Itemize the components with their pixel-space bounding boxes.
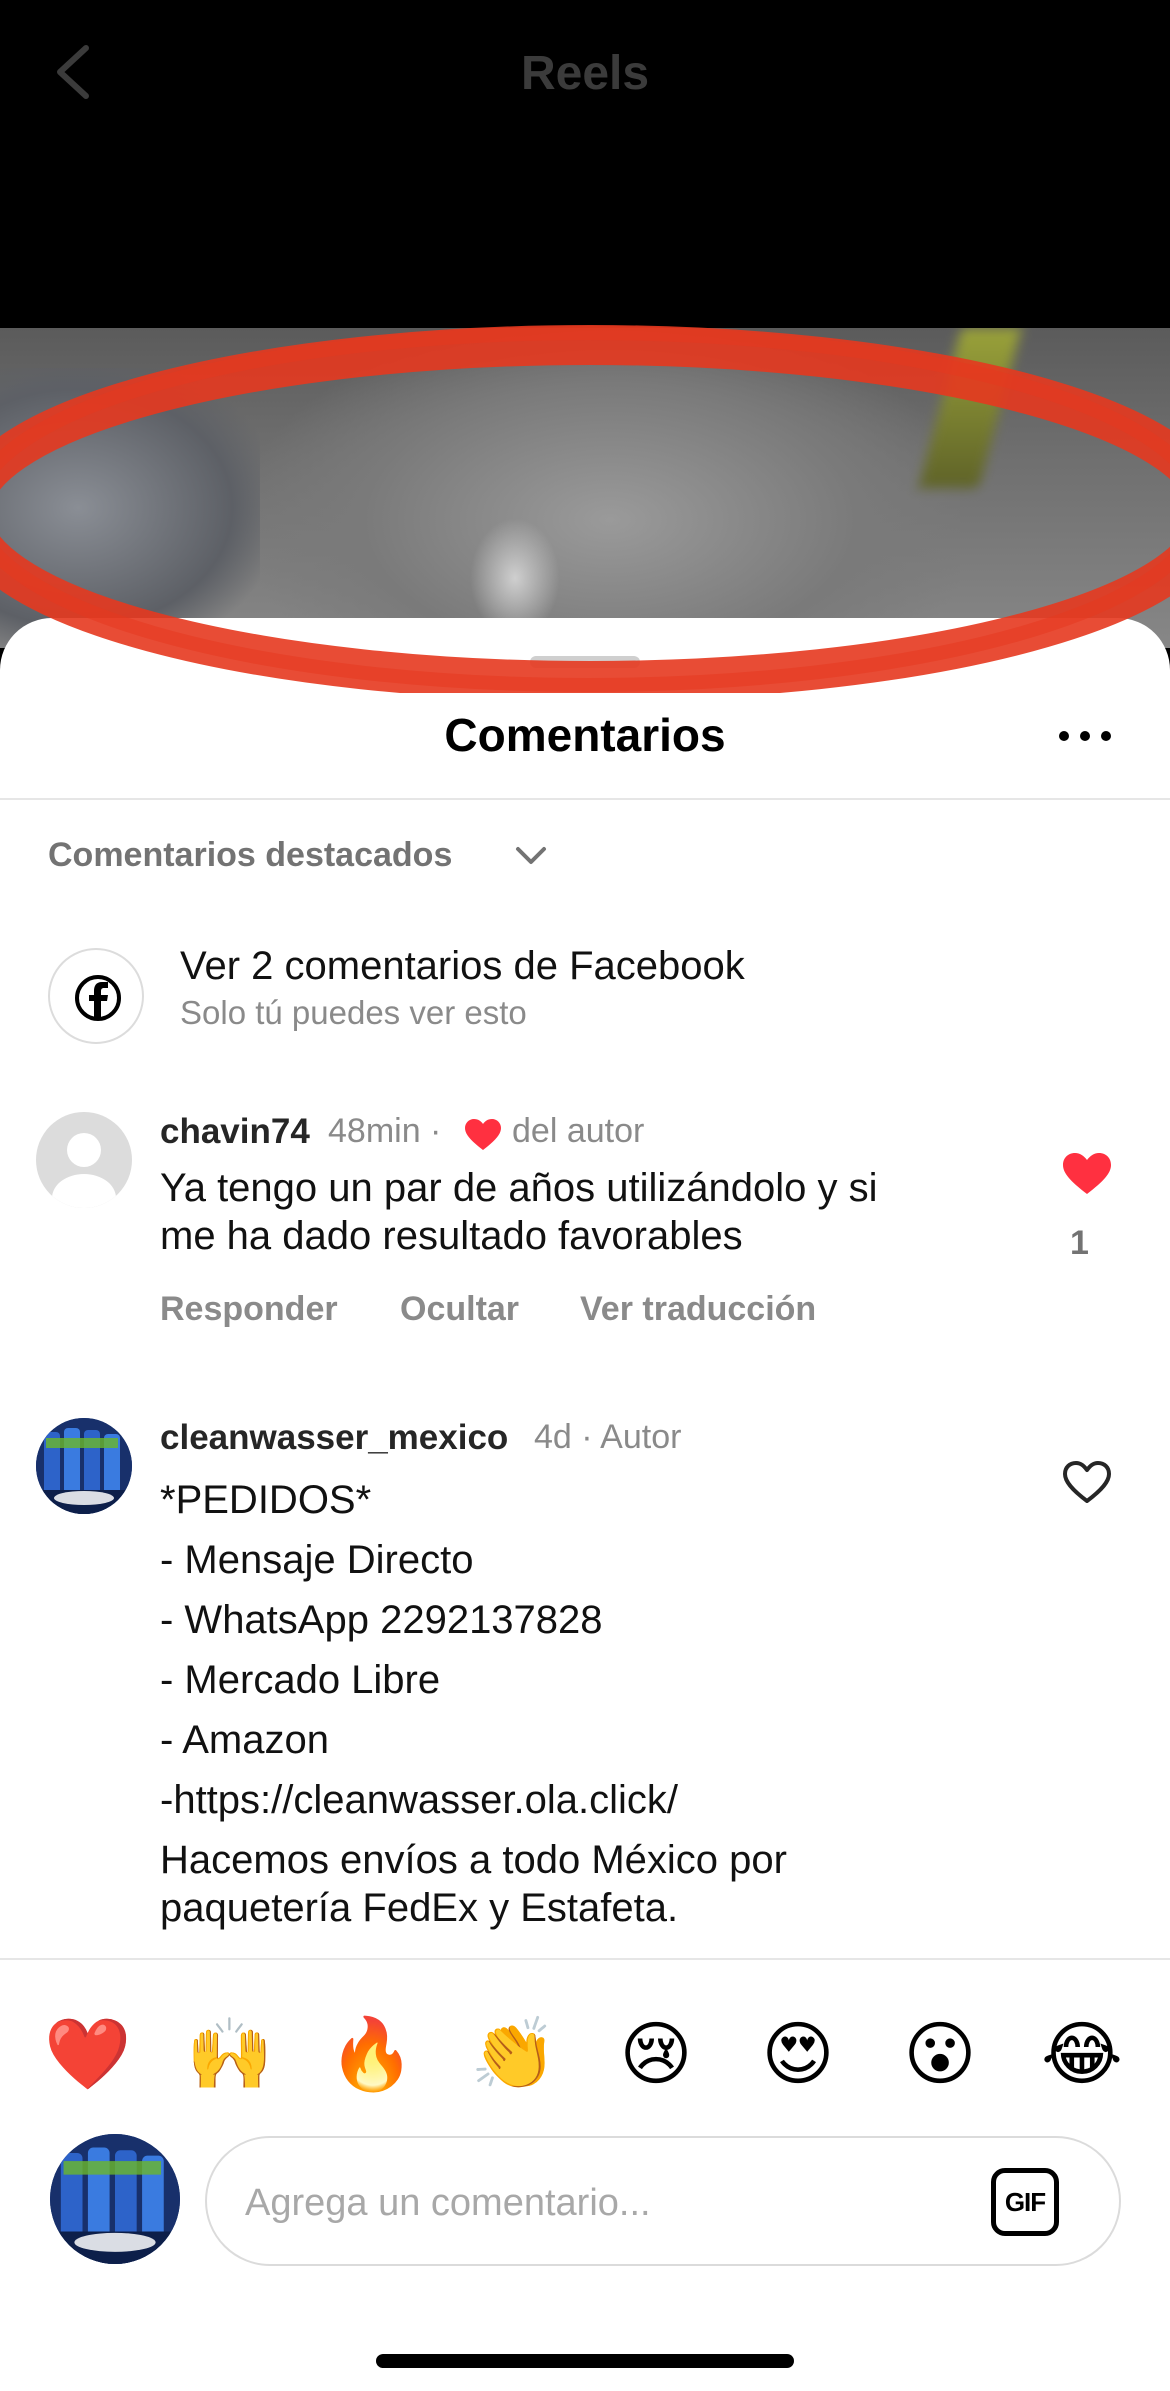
header-divider (0, 798, 1170, 800)
reply-button[interactable]: Responder (160, 1290, 338, 1329)
more-horizontal-icon[interactable] (1058, 728, 1112, 744)
comment-input[interactable] (245, 2168, 945, 2238)
comment-input-box: GIF (205, 2136, 1121, 2266)
heart-outline-icon[interactable] (1062, 1460, 1112, 1504)
emoji-clapping[interactable]: 👏 (464, 2004, 564, 2104)
author-like-badge: del autor (512, 1112, 645, 1150)
see-translation-button[interactable]: Ver traducción (580, 1290, 816, 1329)
comment-line: - WhatsApp 2292137828 (160, 1598, 603, 1642)
emoji-heart-eyes[interactable]: 😍 (748, 2004, 848, 2104)
comment-line: me ha dado resultado favorables (160, 1214, 743, 1258)
chevron-down-icon[interactable] (514, 844, 548, 868)
emoji-reaction-bar: ❤️ 🙌 🔥 👏 😢 😍 😮 😂 (0, 2004, 1170, 2124)
heart-icon (465, 1119, 501, 1150)
emoji-heart[interactable]: ❤️ (38, 2004, 138, 2104)
comment-line: - Mensaje Directo (160, 1538, 474, 1582)
emoji-raising-hands[interactable]: 🙌 (180, 2004, 280, 2104)
comment-time: 48min · (328, 1112, 442, 1150)
comment-line: Ya tengo un par de años utilizándolo y s… (160, 1166, 878, 1210)
sheet-title: Comentarios (444, 709, 726, 761)
comments-filter[interactable]: Comentarios destacados (48, 836, 452, 875)
comment-line: - Amazon (160, 1718, 329, 1762)
comment-line: paquetería FedEx y Estafeta. (160, 1886, 679, 1930)
page-title: Reels (520, 47, 650, 100)
comment-line: -https://cleanwasser.ola.click/ (160, 1778, 678, 1822)
comment-body: Ya tengo un par de años utilizándolo y s… (160, 1164, 1020, 1260)
comment-line: Hacemos envíos a todo México por (160, 1838, 787, 1882)
avatar[interactable] (36, 1112, 132, 1208)
top-bar: Reels (0, 0, 1170, 328)
gif-button[interactable]: GIF (991, 2168, 1059, 2236)
comments-sheet: Comentarios Comentarios destacados Ver 2… (0, 618, 1170, 2391)
emoji-laughing[interactable]: 😂 (1032, 2004, 1132, 2104)
comment-line: - Mercado Libre (160, 1658, 441, 1702)
heart-filled-icon[interactable] (1062, 1152, 1112, 1196)
sheet-drag-handle[interactable] (530, 656, 640, 668)
comment-body: *PEDIDOS* - Mensaje Directo - WhatsApp 2… (160, 1470, 1020, 1932)
like-count: 1 (1070, 1224, 1089, 1262)
composer-divider (0, 1958, 1170, 1960)
default-avatar-icon (52, 1133, 116, 1208)
facebook-icon-circle[interactable] (48, 948, 144, 1044)
emoji-surprised[interactable]: 😮 (890, 2004, 990, 2104)
comment-username[interactable]: cleanwasser_mexico (160, 1418, 508, 1458)
brand-avatar-image (50, 2134, 180, 2264)
home-indicator (376, 2354, 794, 2368)
avatar[interactable] (36, 1418, 132, 1514)
facebook-comments-link[interactable]: Ver 2 comentarios de Facebook (180, 944, 745, 989)
facebook-comments-note: Solo tú puedes ver esto (180, 994, 527, 1031)
reel-video-preview[interactable] (0, 328, 1170, 648)
brand-avatar-image (36, 1418, 132, 1514)
comment-username[interactable]: chavin74 (160, 1112, 310, 1152)
hide-button[interactable]: Ocultar (400, 1290, 519, 1329)
facebook-icon (75, 975, 121, 1021)
comment-time: 4d · Autor (534, 1418, 682, 1456)
current-user-avatar[interactable] (50, 2134, 180, 2264)
emoji-crying[interactable]: 😢 (606, 2004, 706, 2104)
emoji-fire[interactable]: 🔥 (322, 2004, 422, 2104)
comment-line: *PEDIDOS* (160, 1478, 372, 1522)
